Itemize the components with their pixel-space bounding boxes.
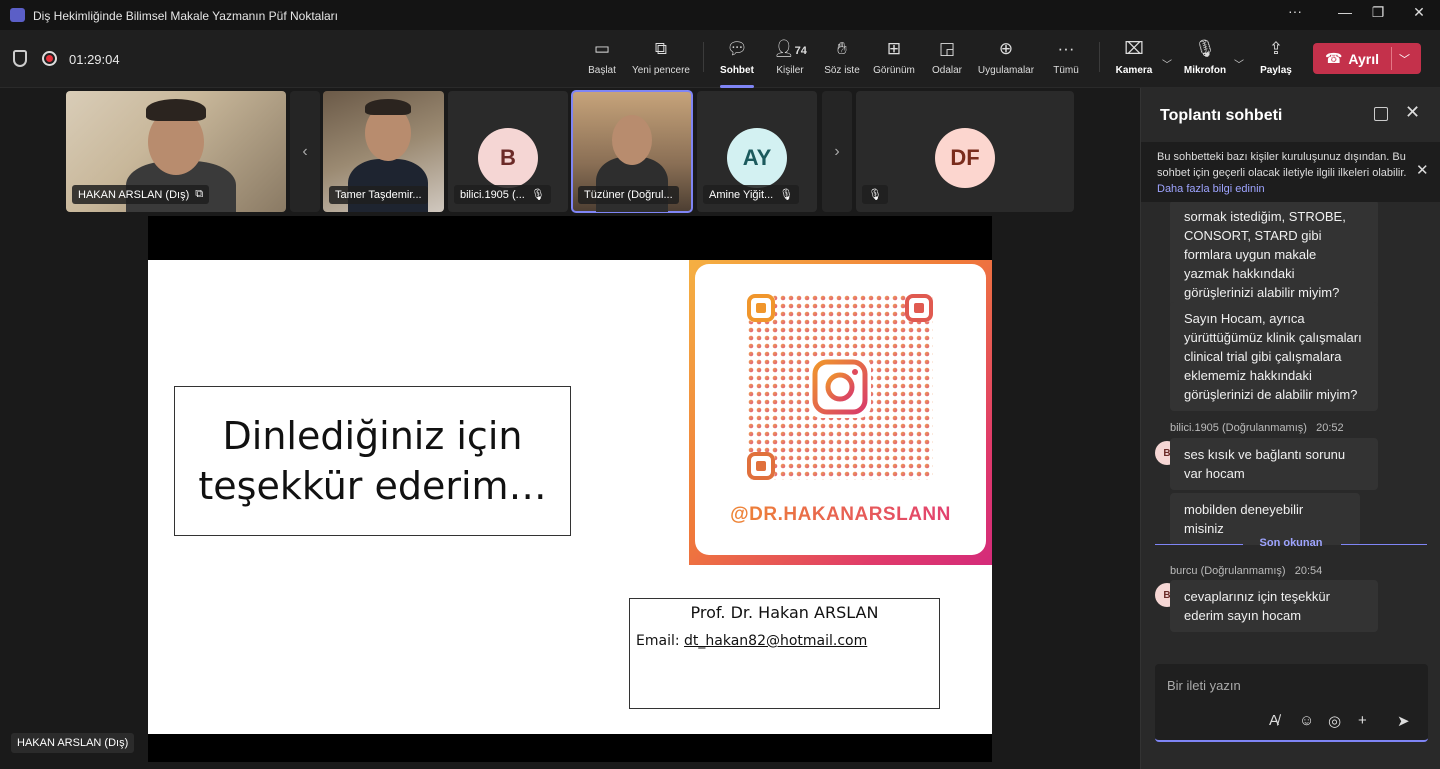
mic-muted-icon: 🎙︎	[530, 189, 545, 201]
external-users-notice: Bu sohbetteki bazı kişiler kuruluşunuz d…	[1141, 142, 1440, 202]
more-options-icon[interactable]: ···	[1281, 3, 1309, 19]
participant-tile[interactable]: Tamer Taşdemir...	[323, 91, 444, 212]
mic-options-chevron-icon[interactable]: ﹀	[1234, 56, 1244, 71]
participant-tile[interactable]: AY Amine Yiğit... 🎙︎	[697, 91, 817, 212]
new-window-button[interactable]: ⧉ Yeni pencere	[630, 38, 692, 82]
shield-icon	[13, 50, 27, 67]
rooms-icon: ◲	[938, 39, 956, 58]
new-window-icon: ⧉	[654, 39, 668, 58]
chat-button[interactable]: 💬︎ Sohbet	[718, 38, 756, 82]
thanks-textbox: Dinlediğiniz için teşekkür ederim…	[174, 386, 571, 536]
participant-name: Tüzüner (Doğrul...	[578, 186, 679, 204]
mic-off-icon: 🎙︎	[1194, 39, 1216, 58]
phone-hangup-icon: ☎︎	[1324, 50, 1343, 66]
contact-email: Email: dt_hakan82@hotmail.com	[636, 633, 868, 649]
meeting-timer: 01:29:04	[69, 52, 120, 67]
camera-button[interactable]: ⌧ Kamera	[1114, 38, 1154, 82]
attach-plus-icon[interactable]: +	[1358, 712, 1367, 729]
meeting-chat-panel: Toplantı sohbeti ✕ sormak istediğim, STR…	[1140, 88, 1440, 769]
raise-hand-button[interactable]: ✋︎ Söz iste	[822, 38, 862, 82]
screen-share-icon: ⧉	[195, 188, 204, 200]
participant-tile[interactable]: DF 🎙︎	[856, 91, 1074, 212]
contact-name: Prof. Dr. Hakan ARSLAN	[690, 603, 879, 622]
chat-icon: 💬︎	[726, 39, 748, 58]
close-button[interactable]: ✕	[1405, 4, 1433, 21]
send-icon[interactable]: ➤	[1397, 712, 1410, 730]
participant-tile[interactable]: HAKAN ARSLAN (Dış) ⧉	[66, 91, 286, 212]
mic-muted-icon: 🎙︎	[868, 189, 882, 201]
microphone-button[interactable]: 🎙︎ Mikrofon	[1183, 38, 1227, 82]
email-link[interactable]: dt_hakan82@hotmail.com	[684, 633, 867, 649]
emoji-icon[interactable]: ☺	[1299, 712, 1314, 729]
rooms-button[interactable]: ◲ Odalar	[930, 38, 964, 82]
people-button[interactable]: 👤︎74 Kişiler	[770, 38, 810, 82]
participant-count: 74	[794, 45, 807, 57]
qr-code-icon	[747, 294, 933, 480]
avatar: DF	[935, 128, 995, 188]
camera-off-icon: ⌧	[1124, 39, 1144, 58]
meeting-toolbar: 01:29:04 ▭ Başlat ⧉ Yeni pencere 💬︎ Sohb…	[0, 30, 1440, 88]
format-icon[interactable]: A̸	[1269, 712, 1279, 729]
share-icon: ⇪	[1268, 39, 1284, 58]
view-button[interactable]: ⊞ Görünüm	[871, 38, 917, 82]
more-button[interactable]: ··· Tümü	[1050, 38, 1082, 82]
participant-name: HAKAN ARSLAN (Dış) ⧉	[72, 185, 210, 204]
close-chat-icon[interactable]: ✕	[1405, 102, 1420, 123]
participant-tile-selected[interactable]: Tüzüner (Doğrul...	[571, 90, 693, 213]
apps-button[interactable]: ⊕ Uygulamalar	[976, 38, 1036, 82]
maximize-button[interactable]: ❐	[1364, 4, 1392, 21]
leave-control: ☎︎ Ayrıl ﹀	[1313, 43, 1421, 74]
avatar: B	[478, 128, 538, 188]
share-button[interactable]: ⇪ Paylaş	[1258, 38, 1294, 82]
chat-message: cevaplarınız için teşekkür ederim sayın …	[1170, 580, 1378, 632]
participant-name: bilici.1905 (... 🎙︎	[454, 185, 551, 204]
title-bar: Diş Hekimliğinde Bilimsel Makale Yazmanı…	[0, 0, 1440, 30]
mic-muted-icon: 🎙︎	[779, 189, 794, 201]
loop-icon[interactable]: ◎	[1328, 712, 1341, 730]
compose-placeholder: Bir ileti yazın	[1167, 678, 1241, 693]
share-screen-icon: ▭	[593, 39, 611, 58]
prev-participants-button[interactable]: ‹	[290, 91, 320, 212]
chat-message: sormak istediğim, STROBE, CONSORT, STARD…	[1170, 200, 1378, 309]
raise-hand-icon: ✋︎	[837, 39, 847, 58]
people-icon: 👤︎74	[773, 39, 807, 58]
avatar: AY	[727, 128, 787, 188]
share-screen-button[interactable]: ▭ Başlat	[585, 38, 619, 82]
leave-button[interactable]: ☎︎ Ayrıl	[1313, 43, 1391, 74]
recording-icon	[42, 51, 57, 66]
participant-name: 🎙︎	[862, 185, 888, 204]
window-title: Diş Hekimliğinde Bilimsel Makale Yazmanı…	[33, 9, 339, 23]
presentation-slide: Dinlediğiniz için teşekkür ederim… @DR.H…	[148, 260, 992, 734]
participant-name: Tamer Taşdemir...	[329, 186, 428, 204]
minimize-button[interactable]: —	[1331, 4, 1359, 20]
apps-icon: ⊕	[998, 39, 1014, 58]
active-speaker-label: HAKAN ARSLAN (Dış)	[11, 733, 135, 753]
chat-message: Sayın Hocam, ayrıca yürüttüğümüz klinik …	[1170, 302, 1378, 411]
learn-more-link[interactable]: Daha fazla bilgi edinin	[1157, 183, 1265, 195]
pop-out-icon[interactable]	[1374, 107, 1388, 121]
meeting-stage: HAKAN ARSLAN (Dış) ⧉ ‹ Tamer Taşdemir... …	[0, 88, 1140, 769]
message-sender: bilici.1905 (Doğrulanmamış) 20:52	[1170, 422, 1344, 434]
chevron-right-icon: ›	[834, 142, 840, 160]
instagram-handle: @DR.HAKANARSLANN	[695, 504, 986, 526]
chat-title: Toplantı sohbeti	[1160, 107, 1283, 124]
shared-content: Dinlediğiniz için teşekkür ederim… @DR.H…	[148, 216, 992, 762]
last-read-divider: Son okunan	[1155, 537, 1427, 553]
participant-name: Amine Yiğit... 🎙︎	[703, 185, 800, 204]
chat-message: ses kısık ve bağlantı sorunu var hocam	[1170, 438, 1378, 490]
next-participants-button[interactable]: ›	[822, 91, 852, 212]
participant-tile[interactable]: B bilici.1905 (... 🎙︎	[448, 91, 568, 212]
more-icon: ···	[1057, 39, 1075, 58]
message-sender: burcu (Doğrulanmamış) 20:54	[1170, 565, 1323, 577]
message-compose-box[interactable]: Bir ileti yazın A̸ ☺ ◎ + ➤	[1155, 664, 1428, 742]
camera-options-chevron-icon[interactable]: ﹀	[1162, 56, 1172, 71]
view-icon: ⊞	[886, 39, 902, 58]
chevron-left-icon: ‹	[302, 142, 308, 160]
contact-textbox: Prof. Dr. Hakan ARSLAN Email: dt_hakan82…	[629, 598, 940, 709]
teams-logo-icon	[10, 8, 25, 22]
leave-options-chevron-icon[interactable]: ﹀	[1399, 51, 1410, 67]
instagram-qr-card: @DR.HAKANARSLANN	[689, 260, 992, 565]
dismiss-notice-icon[interactable]: ✕	[1416, 161, 1429, 179]
